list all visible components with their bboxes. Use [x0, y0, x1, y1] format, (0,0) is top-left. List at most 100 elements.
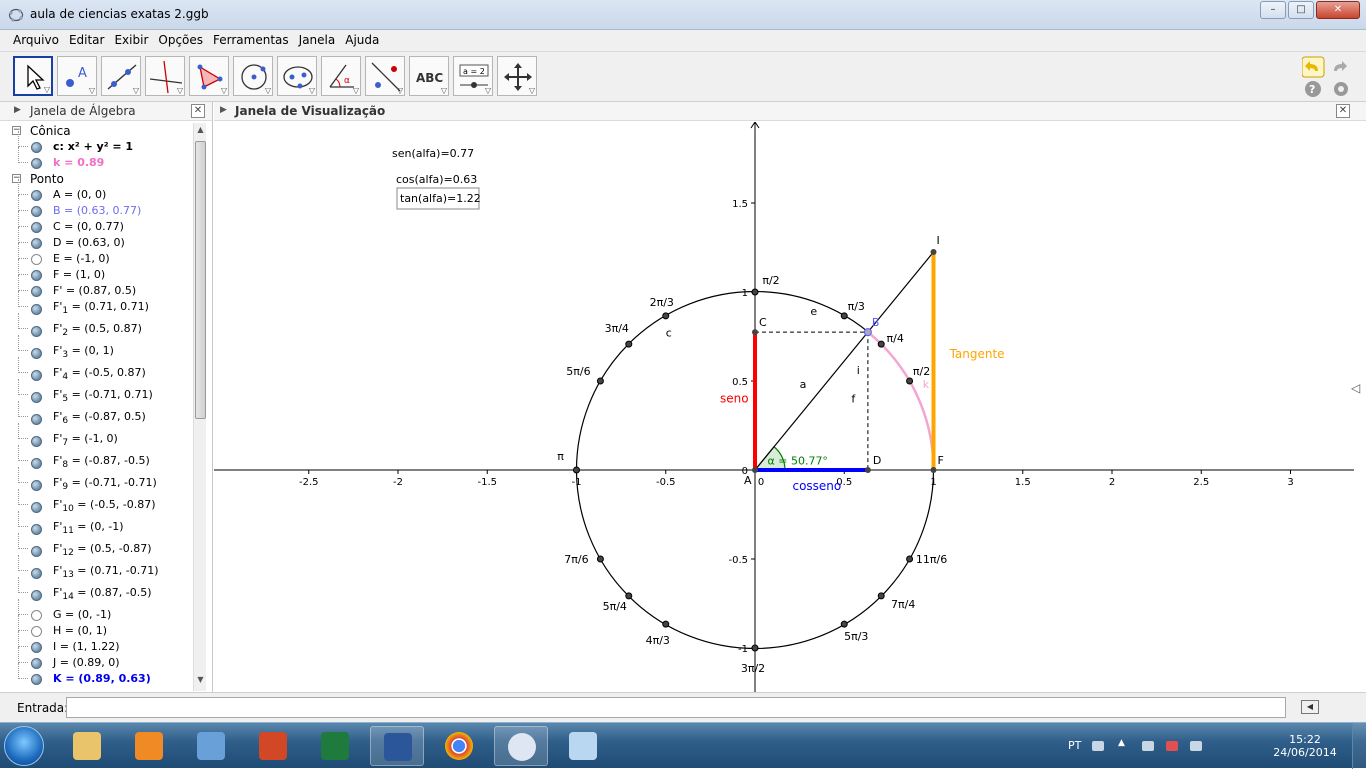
- algebra-item[interactable]: F'12 = (0.5, -0.87): [0, 533, 193, 563]
- scroll-down-icon[interactable]: ▼: [194, 675, 207, 689]
- circle-point[interactable]: [625, 592, 633, 600]
- clock[interactable]: 15:22 24/06/2014: [1270, 733, 1340, 759]
- visibility-toggle-icon[interactable]: [31, 254, 42, 265]
- segment-a-and-extension[interactable]: [754, 251, 934, 471]
- line-tool-button[interactable]: ▽: [101, 56, 141, 96]
- circle-point[interactable]: [751, 644, 759, 652]
- flag-icon[interactable]: [1142, 741, 1154, 751]
- algebra-item[interactable]: F'10 = (-0.5, -0.87): [0, 489, 193, 519]
- menu-arquivo[interactable]: Arquivo: [8, 30, 64, 51]
- visibility-toggle-icon[interactable]: [31, 480, 42, 491]
- graphics-close-icon[interactable]: ✕: [1336, 104, 1350, 118]
- algebra-item[interactable]: F'8 = (-0.87, -0.5): [0, 445, 193, 475]
- visibility-toggle-icon[interactable]: [31, 222, 42, 233]
- point-a[interactable]: [752, 467, 758, 473]
- algebra-scrollbar[interactable]: ▲ ▼: [193, 123, 206, 691]
- visibility-toggle-icon[interactable]: [31, 286, 42, 297]
- visibility-toggle-icon[interactable]: [31, 326, 42, 337]
- point-i[interactable]: [930, 248, 937, 255]
- taskbar-media[interactable]: [122, 726, 176, 766]
- visibility-toggle-icon[interactable]: [31, 610, 42, 621]
- panel-collapse-icon[interactable]: ▶: [14, 105, 21, 115]
- scroll-thumb[interactable]: [195, 141, 206, 419]
- algebra-item[interactable]: C = (0, 0.77): [0, 211, 193, 235]
- algebra-item[interactable]: F'6 = (-0.87, 0.5): [0, 401, 193, 431]
- show-desktop-button[interactable]: [1352, 723, 1366, 769]
- visibility-toggle-icon[interactable]: [31, 590, 42, 601]
- visibility-toggle-icon[interactable]: [31, 658, 42, 669]
- algebra-item[interactable]: F'2 = (0.5, 0.87): [0, 313, 193, 343]
- taskbar-chrome[interactable]: [432, 726, 486, 766]
- point-b[interactable]: [863, 328, 872, 337]
- circle-tool-button[interactable]: ▽: [233, 56, 273, 96]
- algebra-group[interactable]: − Cônica: [0, 123, 193, 139]
- taskbar-geogebra[interactable]: [494, 726, 548, 766]
- keyboard-icon[interactable]: [1092, 741, 1104, 751]
- cos-text[interactable]: cos(alfa)=0.63: [396, 173, 477, 186]
- menu-editar[interactable]: Editar: [64, 30, 110, 51]
- visibility-toggle-icon[interactable]: [31, 546, 42, 557]
- algebra-item[interactable]: H = (0, 1): [0, 615, 193, 639]
- point-tool-button[interactable]: A ▽: [57, 56, 97, 96]
- taskbar-word[interactable]: [370, 726, 424, 766]
- maximize-button[interactable]: □: [1288, 1, 1314, 19]
- algebra-group[interactable]: − Ponto: [0, 171, 193, 187]
- visibility-toggle-icon[interactable]: [31, 270, 42, 281]
- algebra-close-icon[interactable]: ✕: [191, 104, 205, 118]
- taskbar-app[interactable]: [184, 726, 238, 766]
- point-f[interactable]: [930, 467, 937, 473]
- algebra-item[interactable]: F'4 = (-0.5, 0.87): [0, 357, 193, 387]
- angle-tool-button[interactable]: α ▽: [321, 56, 361, 96]
- algebra-item[interactable]: F'11 = (0, -1): [0, 511, 193, 541]
- menu-exibir[interactable]: Exibir: [109, 30, 153, 51]
- network-icon[interactable]: [1166, 741, 1178, 751]
- volume-icon[interactable]: [1190, 741, 1202, 751]
- menu-ferramentas[interactable]: Ferramentas: [208, 30, 294, 51]
- visibility-toggle-icon[interactable]: [31, 392, 42, 403]
- plot-canvas[interactable]: -2.5 -2 -1.5 -1 -0.5 0 0.5 1 1.5 2 2.5 31.510.50-0.…: [214, 122, 1366, 692]
- circle-point[interactable]: [751, 288, 759, 296]
- visibility-toggle-icon[interactable]: [31, 642, 42, 653]
- algebra-item[interactable]: B = (0.63, 0.77): [0, 195, 193, 219]
- show-hidden-icons[interactable]: ▲: [1118, 738, 1130, 748]
- algebra-item[interactable]: K = (0.89, 0.63): [0, 663, 193, 687]
- move-tool-button[interactable]: ▽: [13, 56, 53, 96]
- circle-point[interactable]: [596, 377, 604, 385]
- taskbar-explorer[interactable]: [60, 726, 114, 766]
- visibility-toggle-icon[interactable]: [31, 158, 42, 169]
- circle-point[interactable]: [596, 555, 604, 563]
- taskbar-paint[interactable]: [556, 726, 610, 766]
- graphics-collapse-icon[interactable]: ▶: [220, 105, 227, 115]
- circle-point[interactable]: [877, 592, 885, 600]
- algebra-item[interactable]: J = (0.89, 0): [0, 647, 193, 671]
- circle-point[interactable]: [906, 555, 914, 563]
- input-field[interactable]: [66, 697, 1286, 718]
- close-button[interactable]: ✕: [1316, 1, 1360, 19]
- algebra-item[interactable]: F'5 = (-0.71, 0.71): [0, 379, 193, 409]
- circle-point[interactable]: [840, 620, 848, 628]
- point-c[interactable]: [752, 329, 758, 336]
- algebra-item[interactable]: F'13 = (0.71, -0.71): [0, 555, 193, 585]
- arc-k[interactable]: [867, 331, 935, 471]
- algebra-item[interactable]: F'1 = (0.71, 0.71): [0, 291, 193, 321]
- circle-point[interactable]: [662, 620, 670, 628]
- algebra-item[interactable]: k = 0.89: [0, 147, 193, 171]
- algebra-item[interactable]: D = (0.63, 0): [0, 227, 193, 251]
- minimize-button[interactable]: –: [1260, 1, 1286, 19]
- expand-panel-icon[interactable]: ◁: [1350, 381, 1360, 395]
- circle-point[interactable]: [877, 340, 885, 348]
- algebra-item[interactable]: c: x² + y² = 1: [0, 131, 193, 155]
- algebra-item[interactable]: F'14 = (0.87, -0.5): [0, 577, 193, 607]
- taskbar-powerpoint[interactable]: [246, 726, 300, 766]
- algebra-item[interactable]: I = (1, 1.22): [0, 631, 193, 655]
- algebra-item[interactable]: A = (0, 0): [0, 179, 193, 203]
- menu-ajuda[interactable]: Ajuda: [340, 30, 384, 51]
- visibility-toggle-icon[interactable]: [31, 568, 42, 579]
- algebra-item[interactable]: F'7 = (-1, 0): [0, 423, 193, 453]
- circle-point[interactable]: [625, 340, 633, 348]
- circle-point[interactable]: [906, 377, 914, 385]
- visibility-toggle-icon[interactable]: [31, 436, 42, 447]
- conic-tool-button[interactable]: ▽: [277, 56, 317, 96]
- visibility-toggle-icon[interactable]: [31, 626, 42, 637]
- circle-point[interactable]: [840, 312, 848, 320]
